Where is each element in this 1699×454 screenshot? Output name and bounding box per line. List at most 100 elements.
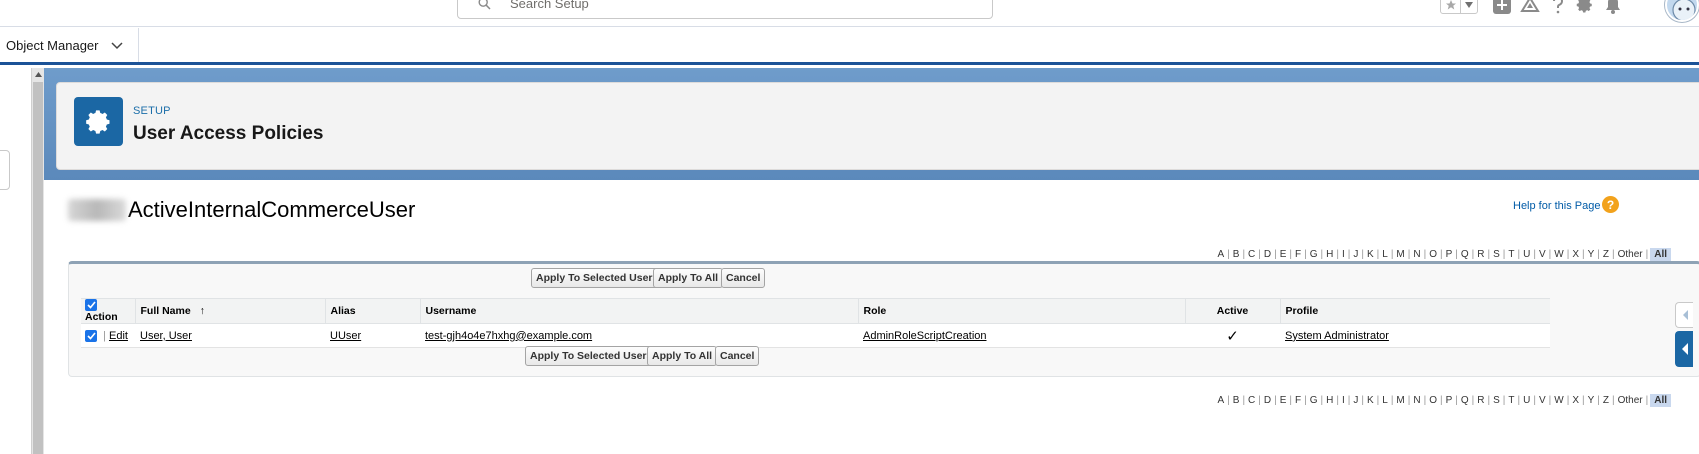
alpha-filter-t[interactable]: T	[1505, 395, 1517, 406]
gear-icon	[74, 97, 123, 146]
help-link[interactable]: Help for this Page	[1513, 200, 1600, 212]
alpha-filter-m[interactable]: M	[1393, 249, 1407, 260]
alpha-filter-l[interactable]: L	[1379, 395, 1391, 406]
alpha-filter-h[interactable]: H	[1323, 249, 1336, 260]
row-checkbox[interactable]	[85, 329, 97, 342]
right-panel-expand[interactable]	[1675, 331, 1693, 367]
alpha-filter-v[interactable]: V	[1536, 395, 1549, 406]
alpha-filter-w[interactable]: W	[1551, 395, 1566, 406]
apply-all-button[interactable]: Apply To All	[647, 346, 718, 366]
alpha-filter-j[interactable]: J	[1350, 249, 1361, 260]
alpha-filter-e[interactable]: E	[1277, 249, 1290, 260]
alpha-filter-z[interactable]: Z	[1600, 249, 1612, 260]
alpha-filter-i[interactable]: I	[1339, 395, 1348, 406]
column-full-name[interactable]: Full Name ↑	[134, 297, 325, 325]
column-active[interactable]: Active	[1184, 297, 1280, 325]
alpha-filter-other[interactable]: Other	[1615, 395, 1646, 406]
alpha-filter-a[interactable]: A	[1214, 249, 1227, 260]
alpha-filter-y[interactable]: Y	[1585, 395, 1598, 406]
chevron-down-icon[interactable]	[1461, 0, 1477, 13]
alpha-filter-e[interactable]: E	[1277, 395, 1290, 406]
column-profile[interactable]: Profile	[1279, 297, 1550, 325]
alpha-filter-c[interactable]: C	[1245, 249, 1258, 260]
alpha-filter-u[interactable]: U	[1520, 249, 1533, 260]
column-alias[interactable]: Alias	[324, 297, 420, 325]
alpha-filter-r[interactable]: R	[1474, 249, 1487, 260]
scroll-thumb[interactable]	[33, 82, 43, 454]
role-link[interactable]: AdminRoleScriptCreation	[863, 330, 987, 342]
alpha-filter-v[interactable]: V	[1536, 249, 1549, 260]
alpha-filter-x[interactable]: X	[1569, 249, 1582, 260]
search-box[interactable]	[457, 0, 993, 19]
alpha-filter-s[interactable]: S	[1490, 249, 1503, 260]
alpha-filter-d[interactable]: D	[1261, 395, 1274, 406]
alpha-filter-t[interactable]: T	[1505, 249, 1517, 260]
edit-link[interactable]: Edit	[109, 330, 128, 342]
user-list: Apply To Selected Users Apply To All Can…	[68, 261, 1699, 377]
sidebar-toggle[interactable]	[0, 150, 10, 190]
alpha-filter-s[interactable]: S	[1490, 395, 1503, 406]
help-icon[interactable]: ?	[1602, 196, 1619, 213]
object-manager-tab[interactable]: Object Manager	[0, 28, 139, 62]
alpha-filter-h[interactable]: H	[1323, 395, 1336, 406]
alpha-filter-w[interactable]: W	[1551, 249, 1566, 260]
alpha-filter-p[interactable]: P	[1443, 249, 1456, 260]
alpha-filter-b[interactable]: B	[1230, 395, 1243, 406]
alpha-filter-o[interactable]: O	[1426, 395, 1440, 406]
alpha-filter-j[interactable]: J	[1350, 395, 1361, 406]
alpha-filter-z[interactable]: Z	[1600, 395, 1612, 406]
main-area: SETUP User Access Policies ActiveInterna…	[44, 68, 1699, 454]
cancel-button[interactable]: Cancel	[721, 268, 766, 288]
alpha-filter-x[interactable]: X	[1569, 395, 1582, 406]
alpha-filter-r[interactable]: R	[1474, 395, 1487, 406]
search-input[interactable]	[508, 0, 908, 12]
sidebar-scrollbar[interactable]	[31, 68, 44, 454]
alpha-filter-all[interactable]: All	[1650, 394, 1671, 407]
alpha-filter-n[interactable]: N	[1410, 395, 1423, 406]
alpha-filter-k[interactable]: K	[1364, 395, 1377, 406]
alpha-filter-other[interactable]: Other	[1615, 249, 1646, 260]
avatar[interactable]	[1665, 0, 1699, 22]
alpha-filter-g[interactable]: G	[1307, 249, 1321, 260]
full-name-cell: User, User	[135, 323, 325, 349]
alpha-filter-a[interactable]: A	[1214, 395, 1227, 406]
alpha-filter-d[interactable]: D	[1261, 249, 1274, 260]
alpha-filter-l[interactable]: L	[1379, 249, 1391, 260]
alpha-filter-all[interactable]: All	[1650, 248, 1671, 261]
chevron-down-icon[interactable]	[110, 38, 123, 53]
alpha-separator: |	[1645, 249, 1649, 260]
alpha-filter-n[interactable]: N	[1410, 249, 1423, 260]
cancel-button[interactable]: Cancel	[715, 346, 760, 366]
profile-link[interactable]: System Administrator	[1285, 330, 1389, 342]
alpha-filter-g[interactable]: G	[1307, 395, 1321, 406]
apply-selected-button[interactable]: Apply To Selected Users	[531, 268, 664, 288]
alpha-filter-k[interactable]: K	[1364, 249, 1377, 260]
alpha-filter-o[interactable]: O	[1426, 249, 1440, 260]
alpha-filter-f[interactable]: F	[1292, 395, 1304, 406]
username-link[interactable]: test-gjh4o4e7hxhg@example.com	[425, 330, 592, 342]
gear-icon[interactable]	[1574, 0, 1596, 16]
alpha-filter-q[interactable]: Q	[1458, 395, 1472, 406]
star-icon[interactable]	[1441, 0, 1461, 13]
alias-link[interactable]: UUser	[330, 330, 361, 342]
alpha-filter-i[interactable]: I	[1339, 249, 1348, 260]
add-icon[interactable]	[1491, 0, 1513, 16]
alpha-filter-m[interactable]: M	[1393, 395, 1407, 406]
alpha-filter-c[interactable]: C	[1245, 395, 1258, 406]
apply-all-button[interactable]: Apply To All	[653, 268, 724, 288]
apply-selected-button[interactable]: Apply To Selected Users	[525, 346, 658, 366]
alpha-filter-u[interactable]: U	[1520, 395, 1533, 406]
full-name-link[interactable]: User, User	[140, 330, 192, 342]
alpha-filter-q[interactable]: Q	[1458, 249, 1472, 260]
bell-icon[interactable]	[1602, 0, 1624, 16]
alpha-filter-f[interactable]: F	[1292, 249, 1304, 260]
trailhead-icon[interactable]	[1519, 0, 1541, 16]
column-role[interactable]: Role	[857, 297, 1185, 325]
alpha-filter-y[interactable]: Y	[1585, 249, 1598, 260]
help-icon[interactable]	[1547, 0, 1569, 16]
alpha-filter-p[interactable]: P	[1443, 395, 1456, 406]
select-all-checkbox[interactable]	[85, 299, 97, 312]
alpha-filter-b[interactable]: B	[1230, 249, 1243, 260]
column-username[interactable]: Username	[419, 297, 858, 325]
right-panel-tab[interactable]	[1675, 302, 1693, 328]
